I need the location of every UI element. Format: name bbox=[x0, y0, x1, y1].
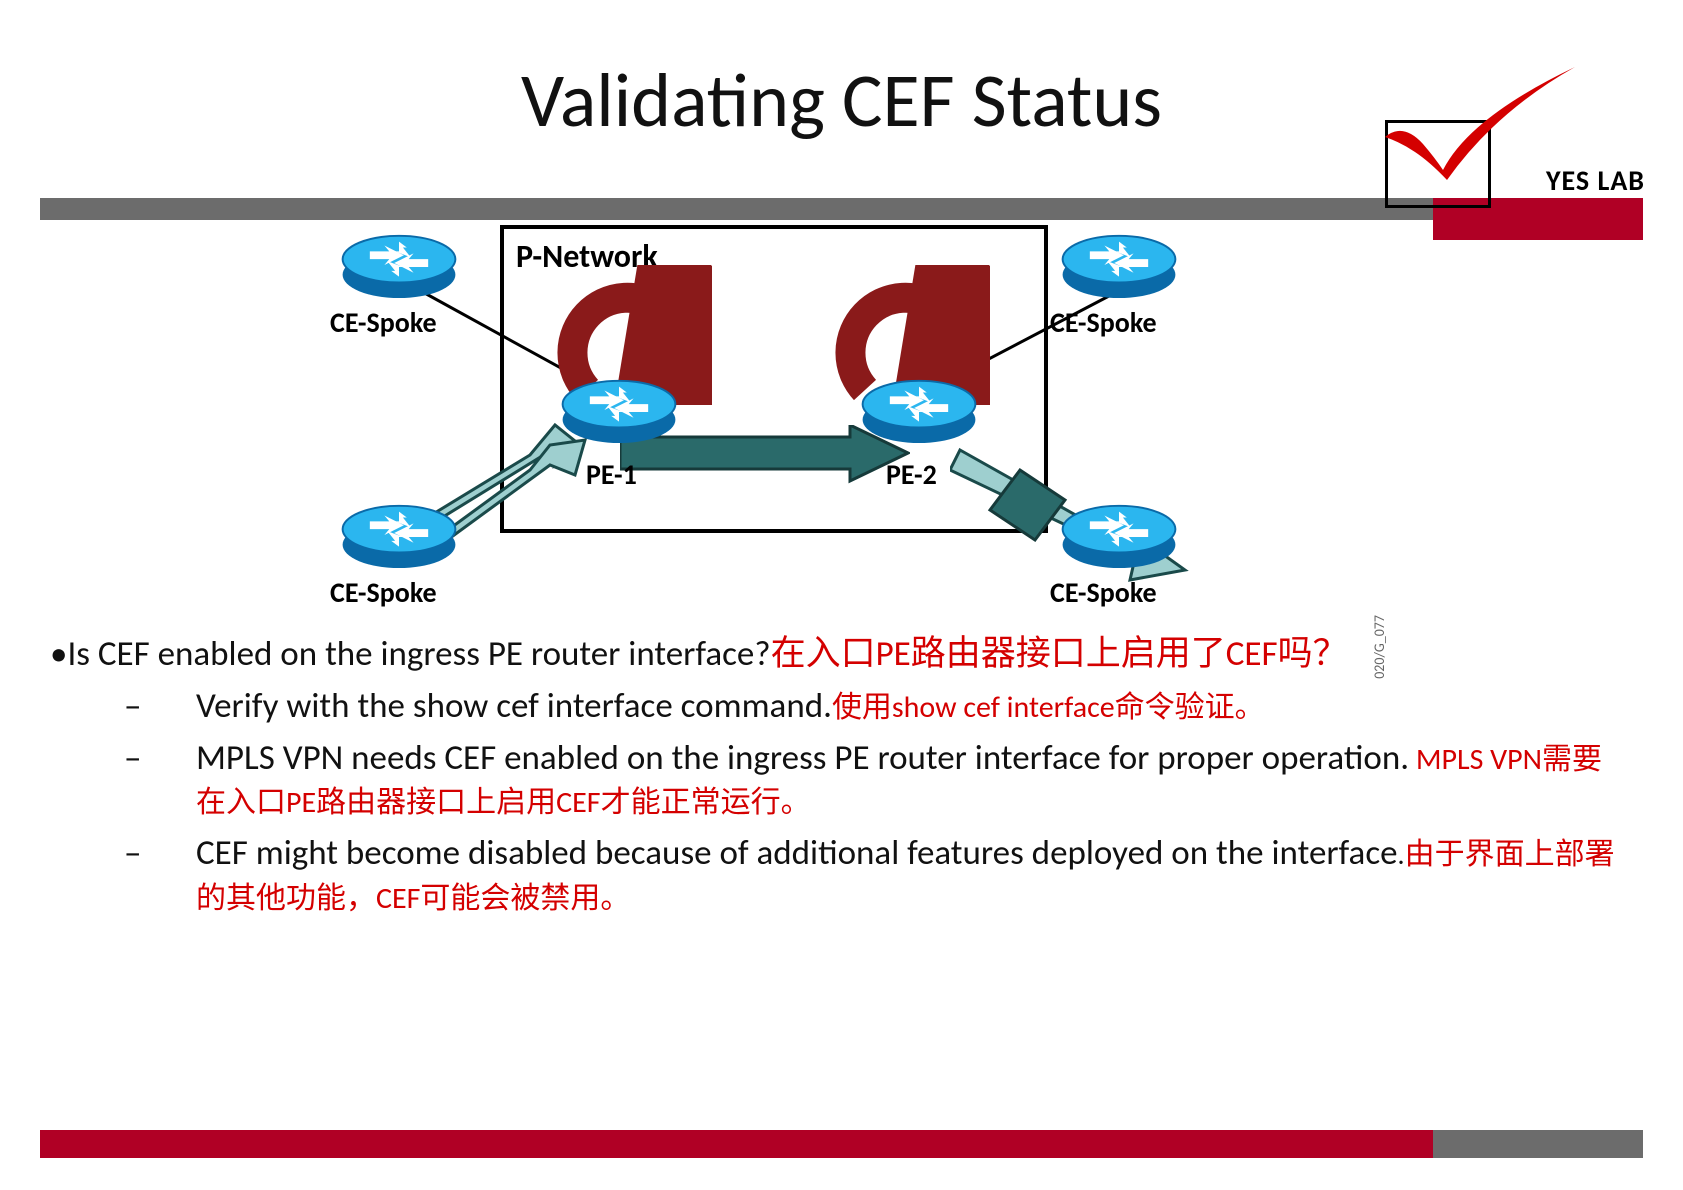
label-ce-tl: CE-Spoke bbox=[330, 305, 437, 340]
label-ce-tr: CE-Spoke bbox=[1050, 305, 1157, 340]
top-gray-bar bbox=[40, 198, 1440, 220]
content-block: •Is CEF enabled on the ingress PE router… bbox=[50, 625, 1623, 928]
router-pe2-icon bbox=[860, 375, 978, 445]
router-ce-bl-icon bbox=[340, 500, 458, 570]
label-ce-bl: CE-Spoke bbox=[330, 575, 437, 610]
yes-lab-logo: YES LAB bbox=[1385, 80, 1635, 220]
sub-1-zh: 使用show cef interface命令验证。 bbox=[832, 689, 1265, 726]
router-ce-br-icon bbox=[1060, 500, 1178, 570]
sub-3-en: CEF might become disabled because of add… bbox=[196, 832, 1398, 874]
router-ce-tr-icon bbox=[1060, 230, 1178, 300]
footer-gray-bar bbox=[1433, 1130, 1643, 1158]
label-ce-br: CE-Spoke bbox=[1050, 575, 1157, 610]
bullet-1: •Is CEF enabled on the ingress PE router… bbox=[50, 633, 1623, 677]
sub-1: –Verify with the show cef interface comm… bbox=[160, 685, 1623, 729]
footer-red-bar bbox=[40, 1130, 1440, 1158]
sub-2: –MPLS VPN needs CEF enabled on the ingre… bbox=[160, 737, 1623, 825]
bullet-1-zh: 在入口PE路由器接口上启用了CEF吗？ bbox=[771, 633, 1348, 675]
router-pe1-icon bbox=[560, 375, 678, 445]
label-pe1: PE-1 bbox=[586, 457, 637, 492]
router-ce-tl-icon bbox=[340, 230, 458, 300]
bullet-1-en: Is CEF enabled on the ingress PE router … bbox=[67, 633, 770, 675]
network-diagram: P-Network bbox=[300, 225, 1380, 615]
sub-1-en: Verify with the show cef interface comma… bbox=[196, 685, 832, 727]
sub-2-en: MPLS VPN needs CEF enabled on the ingres… bbox=[196, 737, 1409, 779]
slide: Validating CEF Status YES LAB P-Network bbox=[0, 0, 1683, 1190]
sub-3: –CEF might become disabled because of ad… bbox=[160, 832, 1623, 920]
label-pe2: PE-2 bbox=[886, 457, 937, 492]
logo-text: YES LAB bbox=[1546, 163, 1645, 198]
